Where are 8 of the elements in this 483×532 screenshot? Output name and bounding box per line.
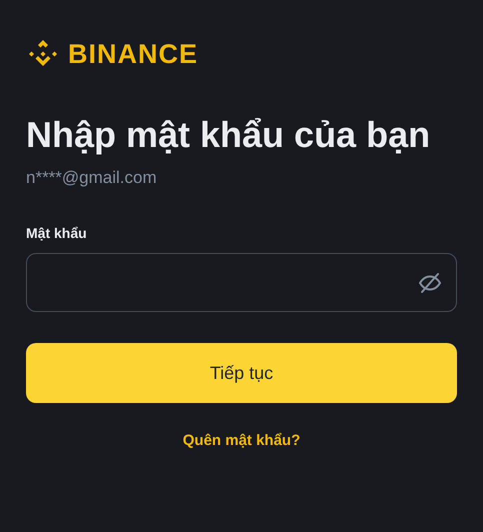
account-email: n****@gmail.com [26,166,158,188]
hidden-eye-icon[interactable] [418,270,442,294]
password-field[interactable] [26,253,457,312]
page-title: Nhập mật khẩu của bạn [26,112,432,156]
logo-text: BINANCE [68,38,198,71]
forgot-password-link[interactable]: Quên mật khẩu? [182,430,300,452]
continue-button[interactable]: Tiếp tục [26,343,457,403]
password-label: Mật khẩu [26,224,88,243]
